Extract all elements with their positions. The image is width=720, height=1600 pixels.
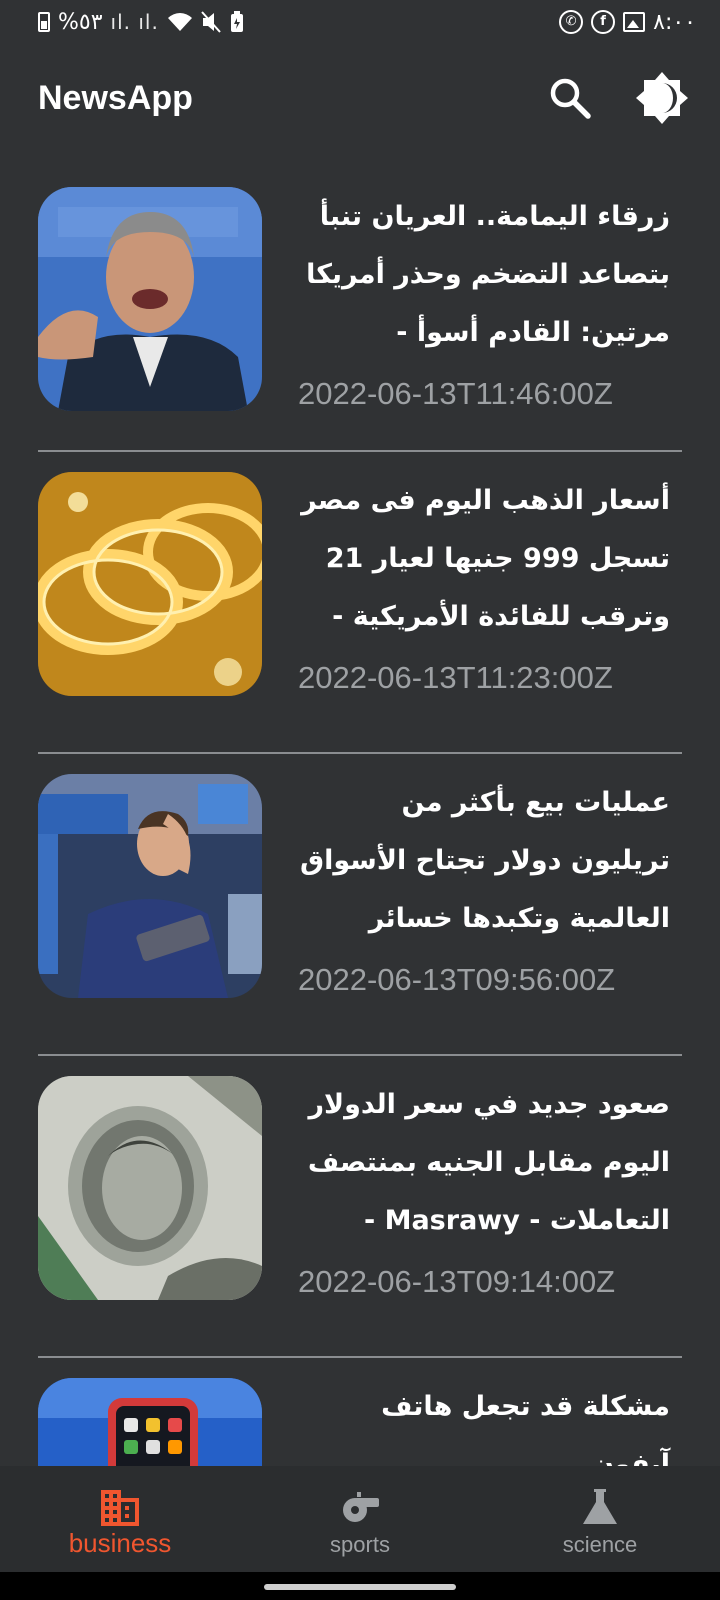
article-card[interactable]: مشكلة قد تجعل هاتف آيفون (38, 1358, 682, 1466)
gesture-bar (0, 1572, 720, 1600)
article-date: 2022-06-13T09:14:00Z (298, 1264, 616, 1299)
theme-toggle-icon (636, 72, 688, 124)
article-image-gold-bangles (38, 472, 262, 696)
article-title: أسعار الذهب اليوم فى مصر تسجل 999 جنيها … (301, 485, 670, 632)
facebook-icon: f (591, 10, 616, 34)
app-title: NewsApp (38, 78, 193, 117)
nav-item-science[interactable]: science (480, 1466, 720, 1572)
article-card[interactable]: صعود جديد في سعر الدولار اليوم مقابل الج… (38, 1056, 682, 1358)
article-card[interactable]: أسعار الذهب اليوم فى مصر تسجل 999 جنيها … (38, 452, 682, 754)
mute-icon (201, 11, 221, 33)
article-image-stock-trader (38, 774, 262, 998)
wifi-icon (167, 13, 192, 31)
article-image-man-speaking (38, 187, 262, 411)
whatsapp-icon: ✆ (559, 10, 584, 34)
nav-label-science: science (562, 1532, 638, 1557)
nav-item-sports[interactable]: sports (240, 1466, 480, 1572)
article-title: صعود جديد في سعر الدولار اليوم مقابل الج… (307, 1089, 670, 1236)
app-bar: NewsApp (0, 56, 720, 140)
bottom-navigation: business sports science (0, 1466, 720, 1572)
nav-label-sports: sports (330, 1532, 390, 1557)
news-feed[interactable]: زرقاء اليمامة.. العريان تنبأ بتصاعد التض… (0, 168, 720, 1466)
nav-item-business[interactable]: business (0, 1466, 240, 1572)
battery-percent: %٥٣ (58, 9, 103, 35)
status-time: ٨:٠٠ (653, 9, 696, 35)
article-text: عمليات بيع بأكثر من تريليون دولار تجتاح … (296, 774, 682, 1004)
article-date: 2022-06-13T09:56:00Z (298, 962, 616, 997)
status-bar: %٥٣ ıl. ıl. ✆ f ٨:٠٠ (0, 0, 720, 44)
article-date: 2022-06-13T11:23:00Z (298, 660, 613, 695)
article-text: مشكلة قد تجعل هاتف آيفون (296, 1378, 682, 1466)
article-title: عمليات بيع بأكثر من تريليون دولار تجتاح … (299, 787, 670, 934)
search-icon (550, 78, 591, 119)
status-left: %٥٣ ıl. ıl. (38, 10, 245, 35)
business-icon (101, 1490, 139, 1526)
battery-saver-icon (230, 11, 243, 32)
nav-label-business: business (68, 1528, 172, 1558)
article-image-dollar-bill (38, 1076, 262, 1300)
app-actions (542, 70, 690, 126)
article-card[interactable]: عمليات بيع بأكثر من تريليون دولار تجتاح … (38, 754, 682, 1056)
article-text: أسعار الذهب اليوم فى مصر تسجل 999 جنيها … (296, 472, 682, 702)
article-card[interactable]: زرقاء اليمامة.. العريان تنبأ بتصاعد التض… (38, 168, 682, 452)
search-button[interactable] (542, 70, 598, 126)
flask-icon (583, 1489, 617, 1524)
article-image-iphone (38, 1378, 262, 1466)
status-right: ✆ f ٨:٠٠ (559, 10, 696, 35)
whistle-icon (343, 1492, 379, 1522)
article-title: زرقاء اليمامة.. العريان تنبأ بتصاعد التض… (306, 201, 670, 348)
article-text: صعود جديد في سعر الدولار اليوم مقابل الج… (296, 1076, 682, 1306)
news-app-screen: %٥٣ ıl. ıl. ✆ f ٨:٠٠ NewsApp زرقاء اليما… (0, 0, 720, 1600)
gallery-icon (623, 12, 646, 32)
gesture-handle[interactable] (264, 1584, 456, 1590)
article-title: مشكلة قد تجعل هاتف آيفون (381, 1391, 670, 1466)
article-date: 2022-06-13T11:46:00Z (298, 376, 613, 411)
theme-toggle-button[interactable] (634, 70, 690, 126)
battery-icon (38, 12, 50, 32)
signal-icon: ıl. ıl. (110, 10, 159, 34)
article-text: زرقاء اليمامة.. العريان تنبأ بتصاعد التض… (296, 188, 682, 418)
